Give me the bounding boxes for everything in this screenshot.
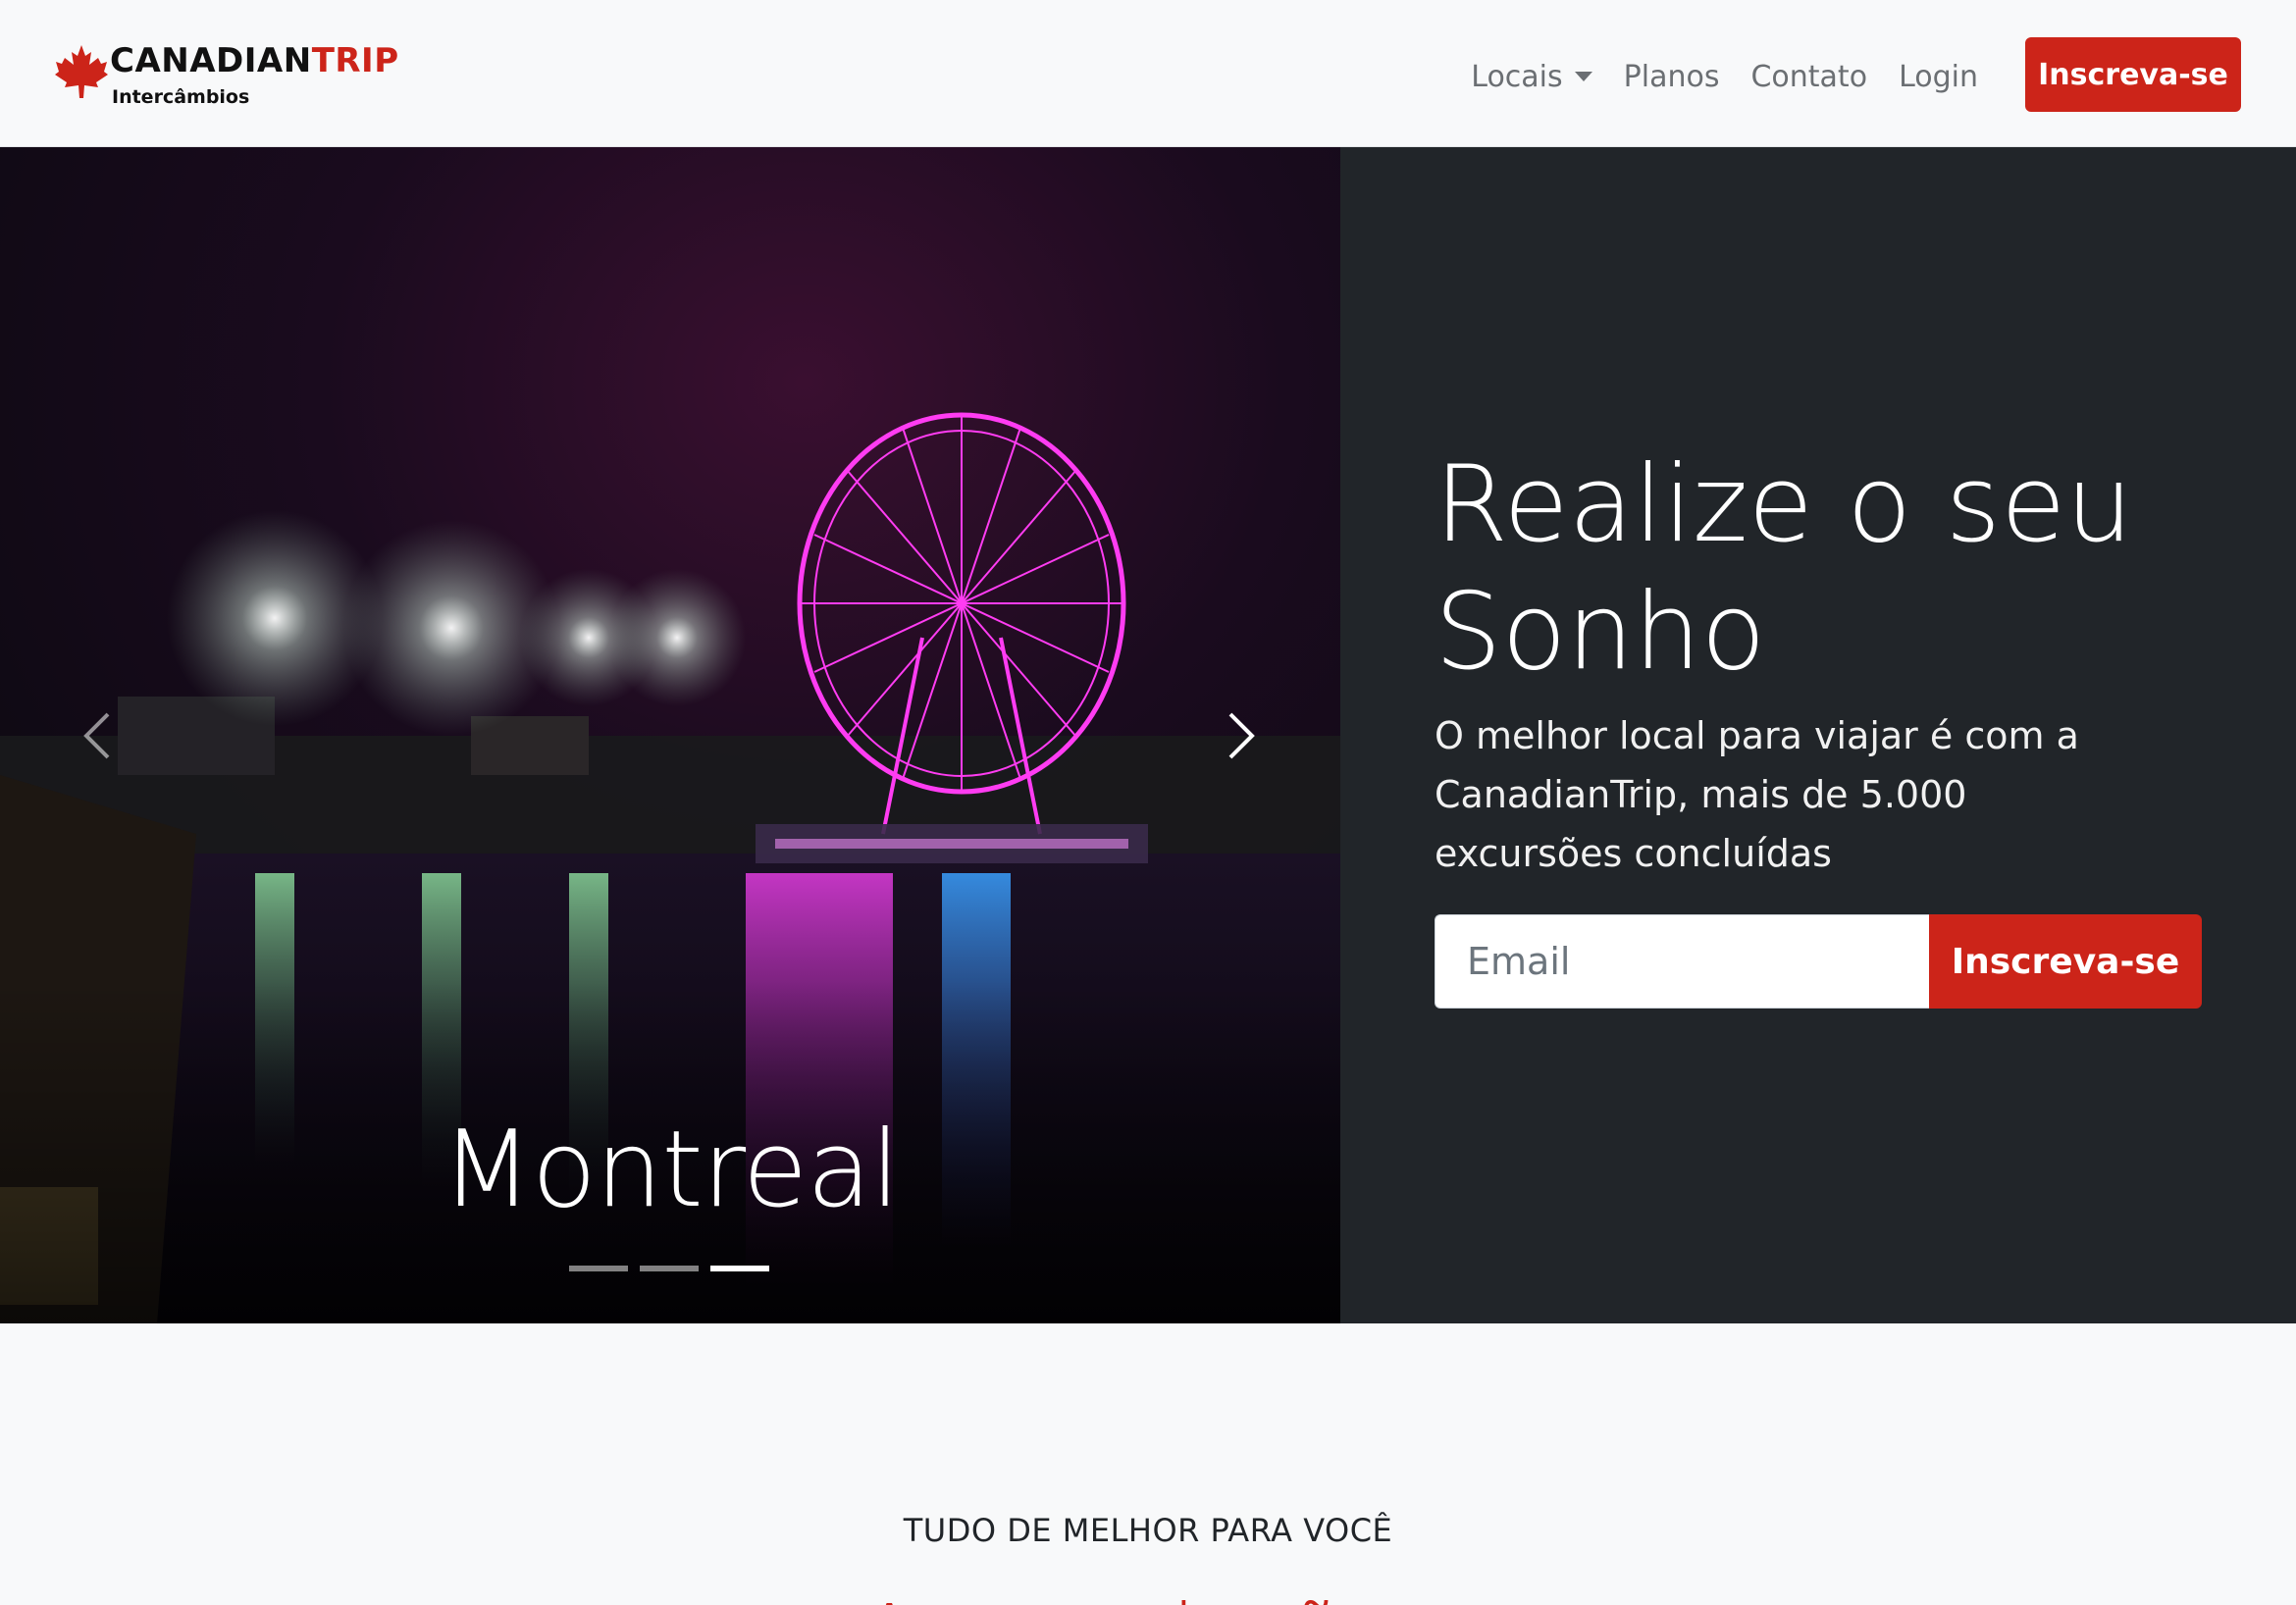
nav-link-label: Locais bbox=[1471, 59, 1563, 94]
carousel-indicator-1[interactable] bbox=[569, 1266, 628, 1271]
chevron-left-icon bbox=[83, 712, 110, 759]
carousel-indicator-2[interactable] bbox=[640, 1266, 699, 1271]
nav-link-login[interactable]: Login bbox=[1899, 57, 1978, 96]
maple-leaf-icon bbox=[55, 45, 108, 98]
signup-submit-button[interactable]: Inscreva-se bbox=[1929, 914, 2202, 1009]
carousel-caption: Montreal bbox=[441, 1109, 901, 1231]
caret-down-icon bbox=[1574, 72, 1592, 81]
hero-headline: Realize o seu Sonho bbox=[1435, 443, 2133, 694]
signup-nav-button[interactable]: Inscreva-se bbox=[2025, 37, 2241, 112]
section-eyebrow: TUDO DE MELHOR PARA VOCÊ bbox=[903, 1512, 1393, 1549]
brand-name: CANADIANTRIP bbox=[110, 41, 399, 80]
brand-subtitle: Intercâmbios bbox=[112, 86, 250, 108]
brand-logo-link[interactable]: CANADIANTRIP Intercâmbios bbox=[55, 41, 398, 110]
image-carousel[interactable]: Montreal bbox=[0, 147, 1340, 1323]
nav-link-locais[interactable]: Locais bbox=[1471, 57, 1592, 96]
carousel-next-button[interactable] bbox=[1199, 697, 1278, 775]
nav-link-planos[interactable]: Planos bbox=[1624, 57, 1720, 96]
hero-lead-text: O melhor local para viajar é com a Canad… bbox=[1435, 714, 2079, 875]
section-title: Acomodações bbox=[0, 1586, 2296, 1605]
navbar: CANADIANTRIP Intercâmbios Locais Planos … bbox=[0, 0, 2296, 147]
accommodations-section: TUDO DE MELHOR PARA VOCÊ Acomodações bbox=[0, 1323, 2296, 1605]
nav-links: Locais Planos Contato Login bbox=[1471, 57, 1978, 96]
nav-link-contato[interactable]: Contato bbox=[1750, 57, 1867, 96]
carousel-prev-button[interactable] bbox=[61, 697, 139, 775]
email-input[interactable] bbox=[1435, 914, 1929, 1009]
hero-signup-panel: Realize o seu Sonho O melhor local para … bbox=[1340, 147, 2296, 1323]
chevron-right-icon bbox=[1228, 712, 1255, 759]
carousel-indicator-3[interactable] bbox=[710, 1266, 769, 1271]
hero-section: Montreal Realize o seu Sonho O melhor lo… bbox=[0, 147, 2296, 1323]
email-signup-form: Inscreva-se bbox=[1435, 914, 2202, 1009]
carousel-indicators bbox=[569, 1266, 769, 1271]
